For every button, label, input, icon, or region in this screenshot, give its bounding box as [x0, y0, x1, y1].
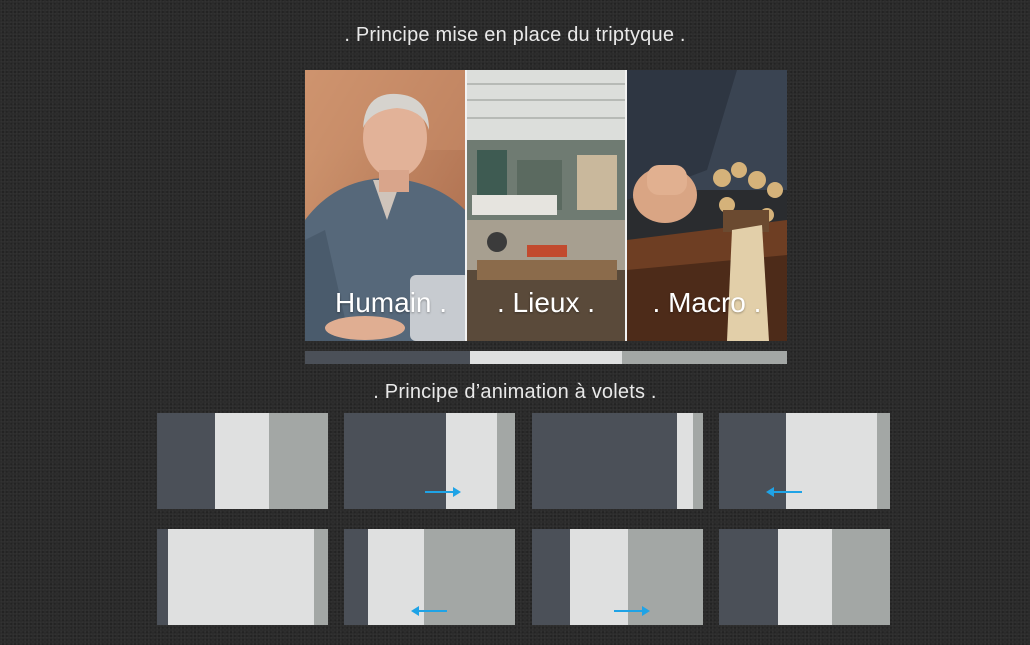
animation-frame-8 [719, 529, 890, 625]
frame-segment-mid [497, 413, 515, 509]
triptych-legend-bar [305, 351, 787, 364]
panel-label-macro: . Macro . [652, 287, 762, 318]
panel-humain: Humain . [305, 70, 465, 341]
animation-frame-7 [532, 529, 703, 625]
panel-lieux: . Lieux . [467, 70, 625, 341]
animation-frame-2 [344, 413, 515, 509]
frame-segment-light [778, 529, 832, 625]
panel-label-lieux: . Lieux . [496, 287, 596, 318]
frame-segment-dark [157, 529, 168, 625]
frame-segment-mid [693, 413, 703, 509]
arrow-right-icon [614, 606, 650, 616]
frame-segment-light [215, 413, 269, 509]
frame-segment-mid [832, 529, 890, 625]
frame-segment-mid [877, 413, 890, 509]
animation-title: . Principe d’animation à volets . [373, 381, 657, 403]
frame-segment-dark [157, 413, 215, 509]
legend-segment-dark [305, 351, 470, 364]
frame-segment-dark [532, 413, 677, 509]
legend-segment-mid [622, 351, 787, 364]
triptych: Humain . . Lieux . . Macro . [305, 70, 787, 341]
arrow-right-icon [425, 487, 461, 497]
frame-segment-mid [314, 529, 328, 625]
frame-segment-dark [344, 529, 368, 625]
arrow-left-icon [411, 606, 447, 616]
animation-frame-5 [157, 529, 328, 625]
arrow-left-icon [766, 487, 802, 497]
panel-label-humain: Humain . [335, 287, 448, 318]
frame-segment-dark [532, 529, 570, 625]
animation-frame-6 [344, 529, 515, 625]
frame-segment-light [677, 413, 693, 509]
animation-frame-4 [719, 413, 890, 509]
frame-segment-mid [269, 413, 328, 509]
legend-segment-light [470, 351, 622, 364]
animation-frame-3 [532, 413, 703, 509]
triptych-title: . Principe mise en place du triptyque . [344, 24, 686, 46]
animation-frame-1 [157, 413, 328, 509]
panel-macro: . Macro . [627, 70, 787, 341]
frame-segment-dark [719, 529, 778, 625]
frame-segment-light [168, 529, 314, 625]
